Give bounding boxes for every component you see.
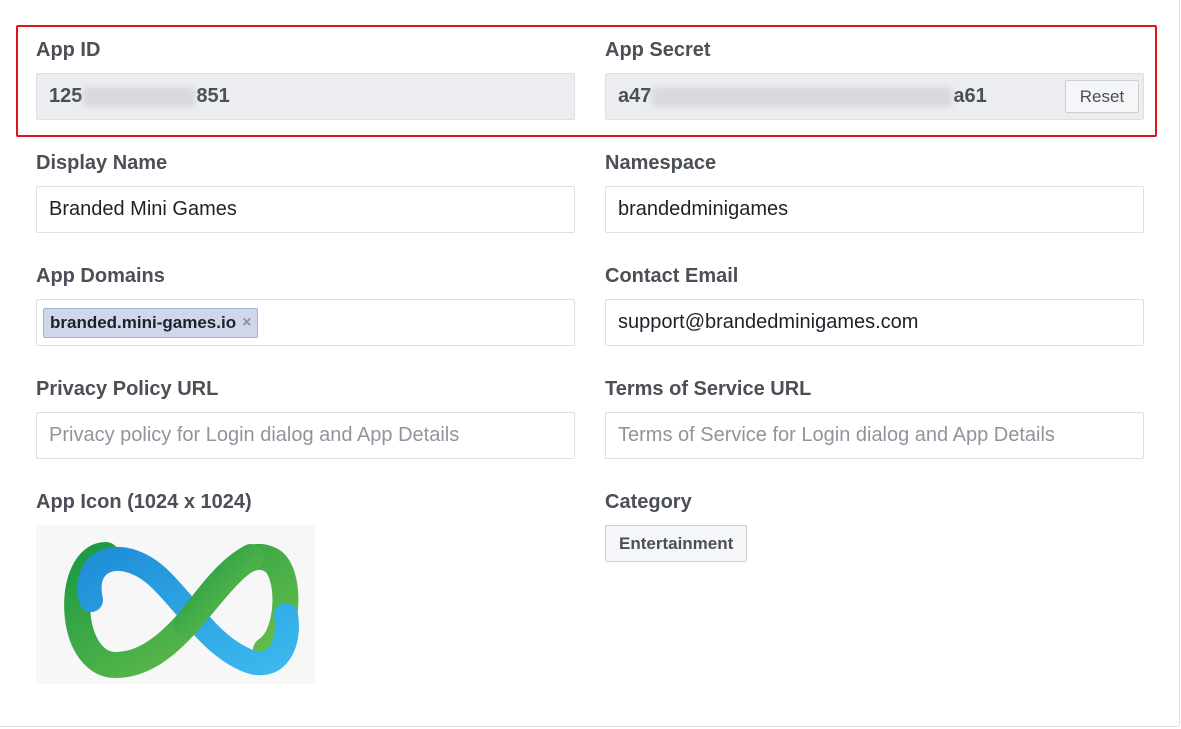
app-id-value[interactable]: 125 851 xyxy=(36,73,575,120)
namespace-input[interactable]: brandedminigames xyxy=(605,186,1144,233)
app-secret-prefix: a47 xyxy=(618,85,652,107)
category-label: Category xyxy=(605,491,692,513)
app-domains-label: App Domains xyxy=(36,265,165,287)
app-icon-upload[interactable] xyxy=(36,525,315,684)
app-id-suffix: 851 xyxy=(196,85,230,107)
app-secret-value[interactable]: a47 a61 Reset xyxy=(605,73,1144,120)
app-secret-redacted xyxy=(652,86,953,107)
app-secret-field: App Secret a47 a61 Reset xyxy=(605,37,1144,120)
app-id-label: App ID xyxy=(36,39,101,61)
remove-token-icon[interactable]: × xyxy=(242,309,251,337)
app-domains-field: App Domains branded.mini-games.io × xyxy=(36,263,575,346)
app-secret-label: App Secret xyxy=(605,39,711,61)
domain-token: branded.mini-games.io × xyxy=(43,308,259,338)
category-field: Category Entertainment xyxy=(605,489,1144,562)
privacy-policy-field: Privacy Policy URL Privacy policy for Lo… xyxy=(36,376,575,459)
app-id-redacted xyxy=(83,86,196,107)
contact-email-input[interactable]: support@brandedminigames.com xyxy=(605,299,1144,346)
contact-email-field: Contact Email support@brandedminigames.c… xyxy=(605,263,1144,346)
terms-of-service-label: Terms of Service URL xyxy=(605,378,812,400)
app-id-field: App ID 125 851 xyxy=(36,37,575,120)
display-name-label: Display Name xyxy=(36,152,168,174)
app-id-prefix: 125 xyxy=(49,85,83,107)
app-domains-input[interactable]: branded.mini-games.io × xyxy=(36,299,575,346)
infinity-logo-icon xyxy=(64,542,299,679)
app-secret-suffix: a61 xyxy=(953,85,987,107)
namespace-label: Namespace xyxy=(605,152,717,174)
terms-of-service-field: Terms of Service URL Terms of Service fo… xyxy=(605,376,1144,459)
terms-of-service-input[interactable]: Terms of Service for Login dialog and Ap… xyxy=(605,412,1144,459)
category-button[interactable]: Entertainment xyxy=(605,525,748,562)
domain-token-label: branded.mini-games.io xyxy=(50,313,237,332)
contact-email-label: Contact Email xyxy=(605,265,739,287)
reset-secret-button[interactable]: Reset xyxy=(1065,80,1139,113)
namespace-field: Namespace brandedminigames xyxy=(605,150,1144,233)
privacy-policy-label: Privacy Policy URL xyxy=(36,378,219,400)
app-icon-field: App Icon (1024 x 1024) xyxy=(36,489,575,684)
privacy-policy-input[interactable]: Privacy policy for Login dialog and App … xyxy=(36,412,575,459)
app-icon-label: App Icon (1024 x 1024) xyxy=(36,491,252,513)
display-name-input[interactable]: Branded Mini Games xyxy=(36,186,575,233)
display-name-field: Display Name Branded Mini Games xyxy=(36,150,575,233)
